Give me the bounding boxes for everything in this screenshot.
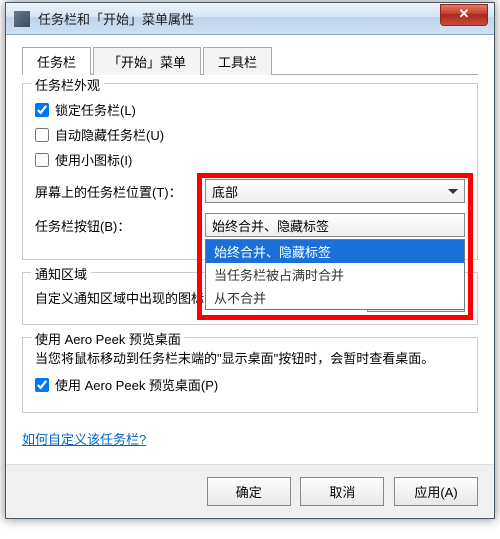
tab-toolbars[interactable]: 工具栏 (203, 47, 272, 75)
tab-start-menu[interactable]: 「开始」菜单 (93, 47, 201, 75)
close-button[interactable]: ✕ (440, 4, 488, 26)
group-aero-peek: 使用 Aero Peek 预览桌面 当您将鼠标移动到任务栏末端的"显示桌面"按钮… (22, 337, 478, 413)
buttons-value: 始终合并、隐藏标签 (212, 216, 329, 235)
group-appearance-title: 任务栏外观 (31, 75, 104, 94)
group-notification-title: 通知区域 (31, 264, 91, 283)
dropdown-option[interactable]: 始终合并、隐藏标签 (206, 240, 464, 263)
small-icons-checkbox[interactable] (35, 153, 49, 167)
small-icons-label[interactable]: 使用小图标(I) (35, 150, 132, 169)
help-link[interactable]: 如何自定义该任务栏? (22, 429, 146, 448)
buttons-label: 任务栏按钮(B)： (35, 216, 205, 235)
autohide-checkbox[interactable] (35, 128, 49, 142)
ok-button[interactable]: 确定 (207, 477, 291, 506)
lock-taskbar-checkbox[interactable] (35, 103, 49, 117)
dropdown-option[interactable]: 从不合并 (206, 286, 464, 309)
aero-desc: 当您将鼠标移动到任务栏末端的"显示桌面"按钮时，会暂时查看桌面。 (35, 348, 465, 367)
tab-strip: 任务栏 「开始」菜单 工具栏 (22, 47, 478, 75)
aero-peek-label[interactable]: 使用 Aero Peek 预览桌面(P) (35, 375, 218, 394)
dialog-footer: 确定 取消 应用(A) (6, 464, 494, 518)
window-icon (14, 11, 30, 27)
group-aero-title: 使用 Aero Peek 预览桌面 (31, 329, 185, 348)
title-bar: 任务栏和「开始」菜单属性 ✕ (6, 3, 494, 35)
location-label: 屏幕上的任务栏位置(T)： (35, 182, 205, 201)
window-title: 任务栏和「开始」菜单属性 (38, 9, 440, 28)
autohide-label[interactable]: 自动隐藏任务栏(U) (35, 125, 164, 144)
buttons-combobox[interactable]: 始终合并、隐藏标签 (205, 213, 465, 237)
lock-taskbar-label[interactable]: 锁定任务栏(L) (35, 100, 136, 119)
dropdown-option[interactable]: 当任务栏被占满时合并 (206, 263, 464, 286)
aero-peek-checkbox[interactable] (35, 378, 49, 392)
buttons-dropdown-list: 始终合并、隐藏标签 当任务栏被占满时合并 从不合并 (205, 239, 465, 310)
location-combobox[interactable]: 底部 (205, 179, 465, 203)
location-value: 底部 (212, 182, 238, 201)
cancel-button[interactable]: 取消 (300, 477, 384, 506)
group-appearance: 任务栏外观 锁定任务栏(L) 自动隐藏任务栏(U) 使用小图标(I) 屏幕上的任… (22, 83, 478, 260)
tab-taskbar[interactable]: 任务栏 (22, 47, 91, 75)
apply-button[interactable]: 应用(A) (394, 477, 478, 506)
